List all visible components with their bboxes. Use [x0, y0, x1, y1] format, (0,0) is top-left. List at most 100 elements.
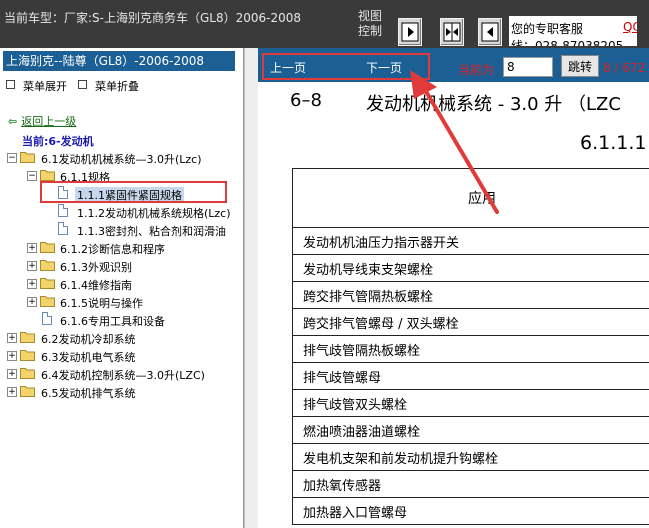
collapse-menu-button[interactable]: 菜单折叠: [78, 78, 139, 94]
tree-item[interactable]: 1.1.3密封剂、粘合剂和润滑油: [0, 221, 240, 239]
section-number: 6–8: [290, 90, 322, 111]
back-link[interactable]: ⇦ 返回上一级: [8, 113, 76, 129]
page-count: 8 / 672: [603, 61, 646, 75]
table-row: 排气歧管隔热板螺栓: [292, 335, 649, 363]
tree-item-label: 6.1.6专用工具和设备: [60, 315, 165, 328]
folder-icon: [20, 368, 35, 379]
expand-toggle-icon[interactable]: +: [27, 279, 37, 289]
top-bar: 当前车型：厂家:S-上海别克商务车（GL8）2006-2008 视图控制 您的专…: [0, 0, 649, 48]
tree-item[interactable]: + 6.1.3外观识别: [0, 257, 240, 275]
expand-menu-button[interactable]: 菜单展开: [6, 78, 67, 94]
qq-link[interactable]: QQ:19: [623, 20, 637, 34]
folder-icon: [40, 260, 55, 271]
folder-icon: [40, 278, 55, 289]
panel-splitter[interactable]: [244, 48, 259, 528]
folder-icon: [40, 242, 55, 253]
tree-item[interactable]: + 6.5发动机排气系统: [0, 383, 240, 401]
expand-toggle-icon[interactable]: +: [7, 333, 17, 343]
table-row: 排气歧管双头螺栓: [292, 389, 649, 417]
tree-item-label: 6.1.2诊断信息和程序: [60, 243, 165, 256]
expand-toggle-icon[interactable]: +: [27, 261, 37, 271]
current-page-label: 当前为: [458, 63, 495, 77]
table-row: 发动机导线束支架螺栓: [292, 254, 649, 282]
next-page-link[interactable]: 下一页: [366, 59, 402, 76]
tree-item[interactable]: 6.1.6专用工具和设备: [0, 311, 240, 329]
page-number-input[interactable]: [503, 57, 553, 77]
view-control-label: 视图控制: [358, 9, 383, 38]
folder-icon: [20, 332, 35, 343]
customer-service-box: 您的专职客服 QQ:19 线：028-87038205: [509, 16, 637, 46]
table-cell: 发动机导线束支架螺栓: [292, 254, 649, 282]
folder-icon: [20, 350, 35, 361]
go-to-page-button[interactable]: 跳转: [561, 55, 599, 77]
current-vehicle-text: 当前车型：厂家:S-上海别克商务车（GL8）2006-2008: [4, 11, 302, 25]
show-panel-icon: [401, 22, 419, 42]
hotline-text: 线：028-87038205: [511, 39, 624, 46]
table-row: 燃油喷油器油道螺栓: [292, 416, 649, 444]
tree-item-label: 6.4发动机控制系统—3.0升(LZC): [41, 369, 205, 382]
expand-toggle-icon[interactable]: +: [27, 297, 37, 307]
back-arrow-icon: ⇦: [8, 115, 18, 128]
tree-item[interactable]: + 6.1.2诊断信息和程序: [0, 239, 240, 257]
document-icon: [58, 222, 68, 235]
highlight-box: [40, 181, 227, 203]
tree-item[interactable]: + 6.1.5说明与操作: [0, 293, 240, 311]
page-navigation-bar: 上一页 下一页 当前为 跳转 8 / 672: [258, 48, 649, 82]
table-row: 跨交排气管螺母 / 双头螺栓: [292, 308, 649, 336]
document-view: 6–8 发动机机械系统 - 3.0 升 （LZC 6.1.1.1 应用 发动机机…: [258, 82, 649, 528]
tree-item[interactable]: − 6.1发动机机械系统—3.0升(Lzc): [0, 149, 240, 167]
tree-item[interactable]: + 6.3发动机电气系统: [0, 347, 240, 365]
table-row: 发动机机油压力指示器开关: [292, 227, 649, 255]
collapse-toggle-icon[interactable]: −: [27, 171, 37, 181]
table-cell: 排气歧管双头螺栓: [292, 389, 649, 417]
collapse-menu-label: 菜单折叠: [95, 80, 139, 93]
tree-item-label: 1.1.2发动机机械系统规格(Lzc): [77, 207, 231, 220]
table-row: 加热氧传感器: [292, 470, 649, 498]
table-row: 加热器入口管螺母: [292, 497, 649, 525]
tree-item-label: 6.1.5说明与操作: [60, 297, 143, 310]
tree-item-label: 6.1.4维修指南: [60, 279, 132, 292]
subsection-number: 6.1.1.1: [580, 132, 647, 154]
table-row: 跨交排气管隔热板螺栓: [292, 281, 649, 309]
tree-item-label: 1.1.3密封剂、粘合剂和润滑油: [77, 225, 226, 238]
table-cell: 跨交排气管隔热板螺栓: [292, 281, 649, 309]
table-cell: 排气歧管螺母: [292, 362, 649, 390]
table-row: 排气歧管螺母: [292, 362, 649, 390]
column-header-application: 应用: [292, 168, 649, 228]
panel-title: 上海别克--陆尊（GL8）-2006-2008: [3, 51, 235, 71]
expand-toggle-icon[interactable]: +: [7, 351, 17, 361]
collapse-toggle-icon[interactable]: −: [7, 153, 17, 163]
table-cell: 加热器入口管螺母: [292, 497, 649, 525]
tree-item[interactable]: + 6.2发动机冷却系统: [0, 329, 240, 347]
folder-open-icon: [20, 152, 35, 163]
tree-item[interactable]: + 6.4发动机控制系统—3.0升(LZC): [0, 365, 240, 383]
folder-icon: [40, 296, 55, 307]
show-panel-button[interactable]: [398, 18, 422, 46]
expand-toggle-icon[interactable]: +: [7, 369, 17, 379]
torque-spec-table: 应用 发动机机油压力指示器开关 发动机导线束支架螺栓 跨交排气管隔热板螺栓 跨交…: [292, 168, 649, 525]
document-heading: 发动机机械系统 - 3.0 升 （LZC: [366, 94, 621, 115]
table-cell: 燃油喷油器油道螺栓: [292, 416, 649, 444]
tree-item-label: 6.3发动机电气系统: [41, 351, 136, 364]
navigation-panel: 上海别克--陆尊（GL8）-2006-2008 菜单展开 菜单折叠 ⇦ 返回上一级…: [0, 48, 244, 528]
hide-panel-icon: [481, 22, 499, 42]
tree-item-label: 6.2发动机冷却系统: [41, 333, 136, 346]
tree-item[interactable]: + 6.1.4维修指南: [0, 275, 240, 293]
expand-menu-label: 菜单展开: [23, 80, 67, 93]
table-header-row: 应用: [292, 168, 649, 228]
expand-toggle-icon[interactable]: +: [7, 387, 17, 397]
back-link-label: 返回上一级: [21, 115, 77, 128]
table-row: 发电机支架和前发动机提升钩螺栓: [292, 443, 649, 471]
folder-open-icon: [40, 170, 55, 181]
hide-panel-button[interactable]: [478, 18, 502, 46]
previous-page-link[interactable]: 上一页: [270, 59, 306, 76]
folder-icon: [20, 386, 35, 397]
customer-service-text: 您的专职客服: [511, 22, 584, 36]
document-icon: [42, 312, 52, 325]
square-bullet-icon: [6, 80, 15, 89]
table-cell: 排气歧管隔热板螺栓: [292, 335, 649, 363]
split-view-button[interactable]: [440, 18, 464, 46]
tree-item-label: 6.5发动机排气系统: [41, 387, 136, 400]
expand-toggle-icon[interactable]: +: [27, 243, 37, 253]
tree-item[interactable]: 1.1.2发动机机械系统规格(Lzc): [0, 203, 240, 221]
